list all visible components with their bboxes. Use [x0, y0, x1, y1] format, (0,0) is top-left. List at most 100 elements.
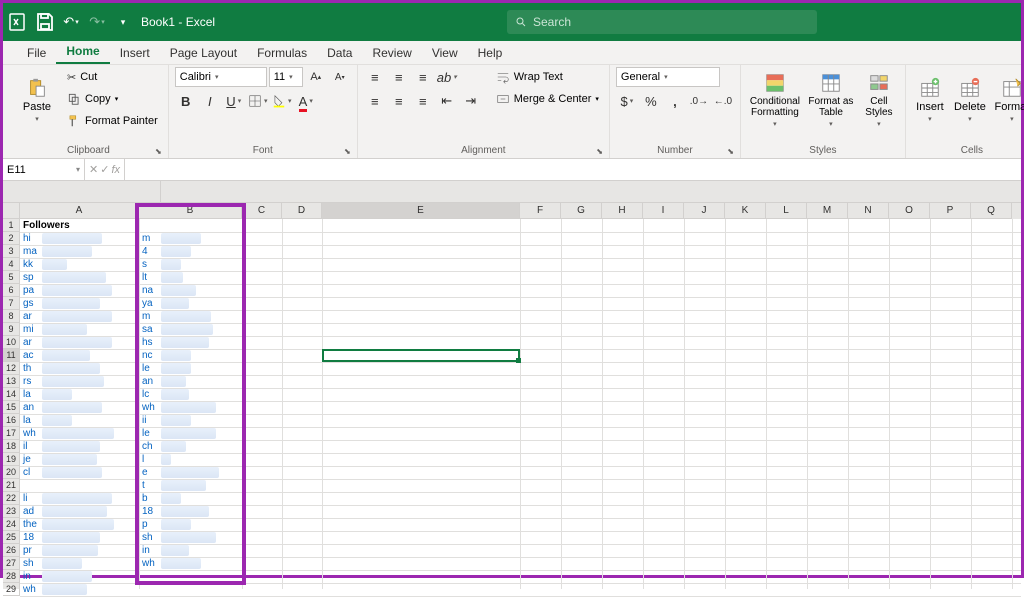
- row-header-7[interactable]: 7: [3, 297, 20, 310]
- fill-color-button[interactable]: [271, 91, 293, 111]
- spreadsheet-grid[interactable]: 1234567891011121314151617181920212223242…: [3, 219, 1021, 589]
- font-family-combo[interactable]: Calibri▾: [175, 67, 267, 87]
- align-right-icon[interactable]: ≡: [412, 91, 434, 111]
- tab-help[interactable]: Help: [468, 42, 513, 64]
- search-input[interactable]: Search: [507, 10, 817, 34]
- border-button[interactable]: [247, 91, 269, 111]
- row-header-27[interactable]: 27: [3, 557, 20, 570]
- tab-data[interactable]: Data: [317, 42, 362, 64]
- formula-input[interactable]: [125, 159, 1021, 180]
- row-header-13[interactable]: 13: [3, 375, 20, 388]
- row-header-16[interactable]: 16: [3, 414, 20, 427]
- enter-formula-icon[interactable]: ✓: [100, 163, 109, 176]
- col-header-N[interactable]: N: [848, 203, 889, 219]
- insert-cells-button[interactable]: Insert▾: [912, 67, 948, 133]
- align-left-icon[interactable]: ≡: [364, 91, 386, 111]
- col-header-G[interactable]: G: [561, 203, 602, 219]
- col-header-J[interactable]: J: [684, 203, 725, 219]
- col-header-F[interactable]: F: [520, 203, 561, 219]
- delete-cells-button[interactable]: Delete▾: [952, 67, 988, 133]
- tab-file[interactable]: File: [17, 42, 56, 64]
- row-header-22[interactable]: 22: [3, 492, 20, 505]
- row-header-23[interactable]: 23: [3, 505, 20, 518]
- comma-format-icon[interactable]: ,: [664, 91, 686, 111]
- col-header-H[interactable]: H: [602, 203, 643, 219]
- qat-customize-button[interactable]: ▾: [111, 10, 135, 34]
- clipboard-launcher[interactable]: ⬊: [155, 147, 162, 156]
- col-header-E[interactable]: E: [322, 203, 520, 219]
- row-header-11[interactable]: 11: [3, 349, 20, 362]
- tab-review[interactable]: Review: [362, 42, 421, 64]
- row-header-8[interactable]: 8: [3, 310, 20, 323]
- col-header-K[interactable]: K: [725, 203, 766, 219]
- format-as-table-button[interactable]: Format as Table▾: [807, 67, 855, 133]
- italic-button[interactable]: I: [199, 91, 221, 111]
- alignment-launcher[interactable]: ⬊: [596, 147, 603, 156]
- increase-font-icon[interactable]: A▴: [305, 67, 327, 87]
- increase-decimal-icon[interactable]: .0→: [688, 91, 710, 111]
- row-header-21[interactable]: 21: [3, 479, 20, 492]
- row-header-5[interactable]: 5: [3, 271, 20, 284]
- row-header-20[interactable]: 20: [3, 466, 20, 479]
- row-header-26[interactable]: 26: [3, 544, 20, 557]
- bold-button[interactable]: B: [175, 91, 197, 111]
- row-header-28[interactable]: 28: [3, 570, 20, 583]
- row-header-3[interactable]: 3: [3, 245, 20, 258]
- number-launcher[interactable]: ⬊: [727, 147, 734, 156]
- font-color-button[interactable]: A: [295, 91, 317, 111]
- row-header-9[interactable]: 9: [3, 323, 20, 336]
- col-header-A[interactable]: A: [20, 203, 139, 219]
- col-header-C[interactable]: C: [242, 203, 282, 219]
- orientation-icon[interactable]: ab: [436, 67, 458, 87]
- col-header-Q[interactable]: Q: [971, 203, 1012, 219]
- wrap-text-button[interactable]: Wrap Text: [492, 67, 603, 87]
- redo-button[interactable]: ↷▾: [85, 10, 109, 34]
- row-header-15[interactable]: 15: [3, 401, 20, 414]
- row-header-2[interactable]: 2: [3, 232, 20, 245]
- row-header-19[interactable]: 19: [3, 453, 20, 466]
- col-header-L[interactable]: L: [766, 203, 807, 219]
- format-painter-button[interactable]: Format Painter: [63, 111, 162, 131]
- fx-icon[interactable]: fx: [111, 164, 120, 176]
- underline-button[interactable]: U: [223, 91, 245, 111]
- col-header-D[interactable]: D: [282, 203, 322, 219]
- paste-button[interactable]: Paste▾: [15, 67, 59, 133]
- col-header-I[interactable]: I: [643, 203, 684, 219]
- cancel-formula-icon[interactable]: ✕: [89, 163, 98, 176]
- align-center-icon[interactable]: ≡: [388, 91, 410, 111]
- font-size-combo[interactable]: 11▾: [269, 67, 303, 87]
- accounting-format-icon[interactable]: $: [616, 91, 638, 111]
- copy-button[interactable]: Copy▾: [63, 89, 162, 109]
- row-header-1[interactable]: 1: [3, 219, 20, 232]
- col-header-M[interactable]: M: [807, 203, 848, 219]
- row-header-24[interactable]: 24: [3, 518, 20, 531]
- row-header-25[interactable]: 25: [3, 531, 20, 544]
- increase-indent-icon[interactable]: ⇥: [460, 91, 482, 111]
- col-header-B[interactable]: B: [139, 203, 242, 219]
- number-format-combo[interactable]: General▾: [616, 67, 720, 87]
- row-header-12[interactable]: 12: [3, 362, 20, 375]
- tab-page-layout[interactable]: Page Layout: [160, 42, 247, 64]
- cell-styles-button[interactable]: Cell Styles▾: [859, 67, 899, 133]
- row-header-18[interactable]: 18: [3, 440, 20, 453]
- tab-formulas[interactable]: Formulas: [247, 42, 317, 64]
- col-header-O[interactable]: O: [889, 203, 930, 219]
- name-box[interactable]: E11▾: [3, 159, 85, 180]
- row-header-14[interactable]: 14: [3, 388, 20, 401]
- decrease-indent-icon[interactable]: ⇤: [436, 91, 458, 111]
- select-all-corner[interactable]: [3, 203, 20, 219]
- merge-center-button[interactable]: Merge & Center▾: [492, 89, 603, 109]
- col-header-P[interactable]: P: [930, 203, 971, 219]
- cut-button[interactable]: ✂Cut: [63, 67, 162, 87]
- tab-view[interactable]: View: [422, 42, 468, 64]
- conditional-formatting-button[interactable]: Conditional Formatting▾: [747, 67, 803, 133]
- save-button[interactable]: [33, 10, 57, 34]
- align-bottom-icon[interactable]: ≡: [412, 67, 434, 87]
- decrease-decimal-icon[interactable]: ←.0: [712, 91, 734, 111]
- align-top-icon[interactable]: ≡: [364, 67, 386, 87]
- decrease-font-icon[interactable]: A▾: [329, 67, 351, 87]
- row-header-10[interactable]: 10: [3, 336, 20, 349]
- format-cells-button[interactable]: Format▾: [992, 67, 1024, 133]
- align-middle-icon[interactable]: ≡: [388, 67, 410, 87]
- percent-format-icon[interactable]: %: [640, 91, 662, 111]
